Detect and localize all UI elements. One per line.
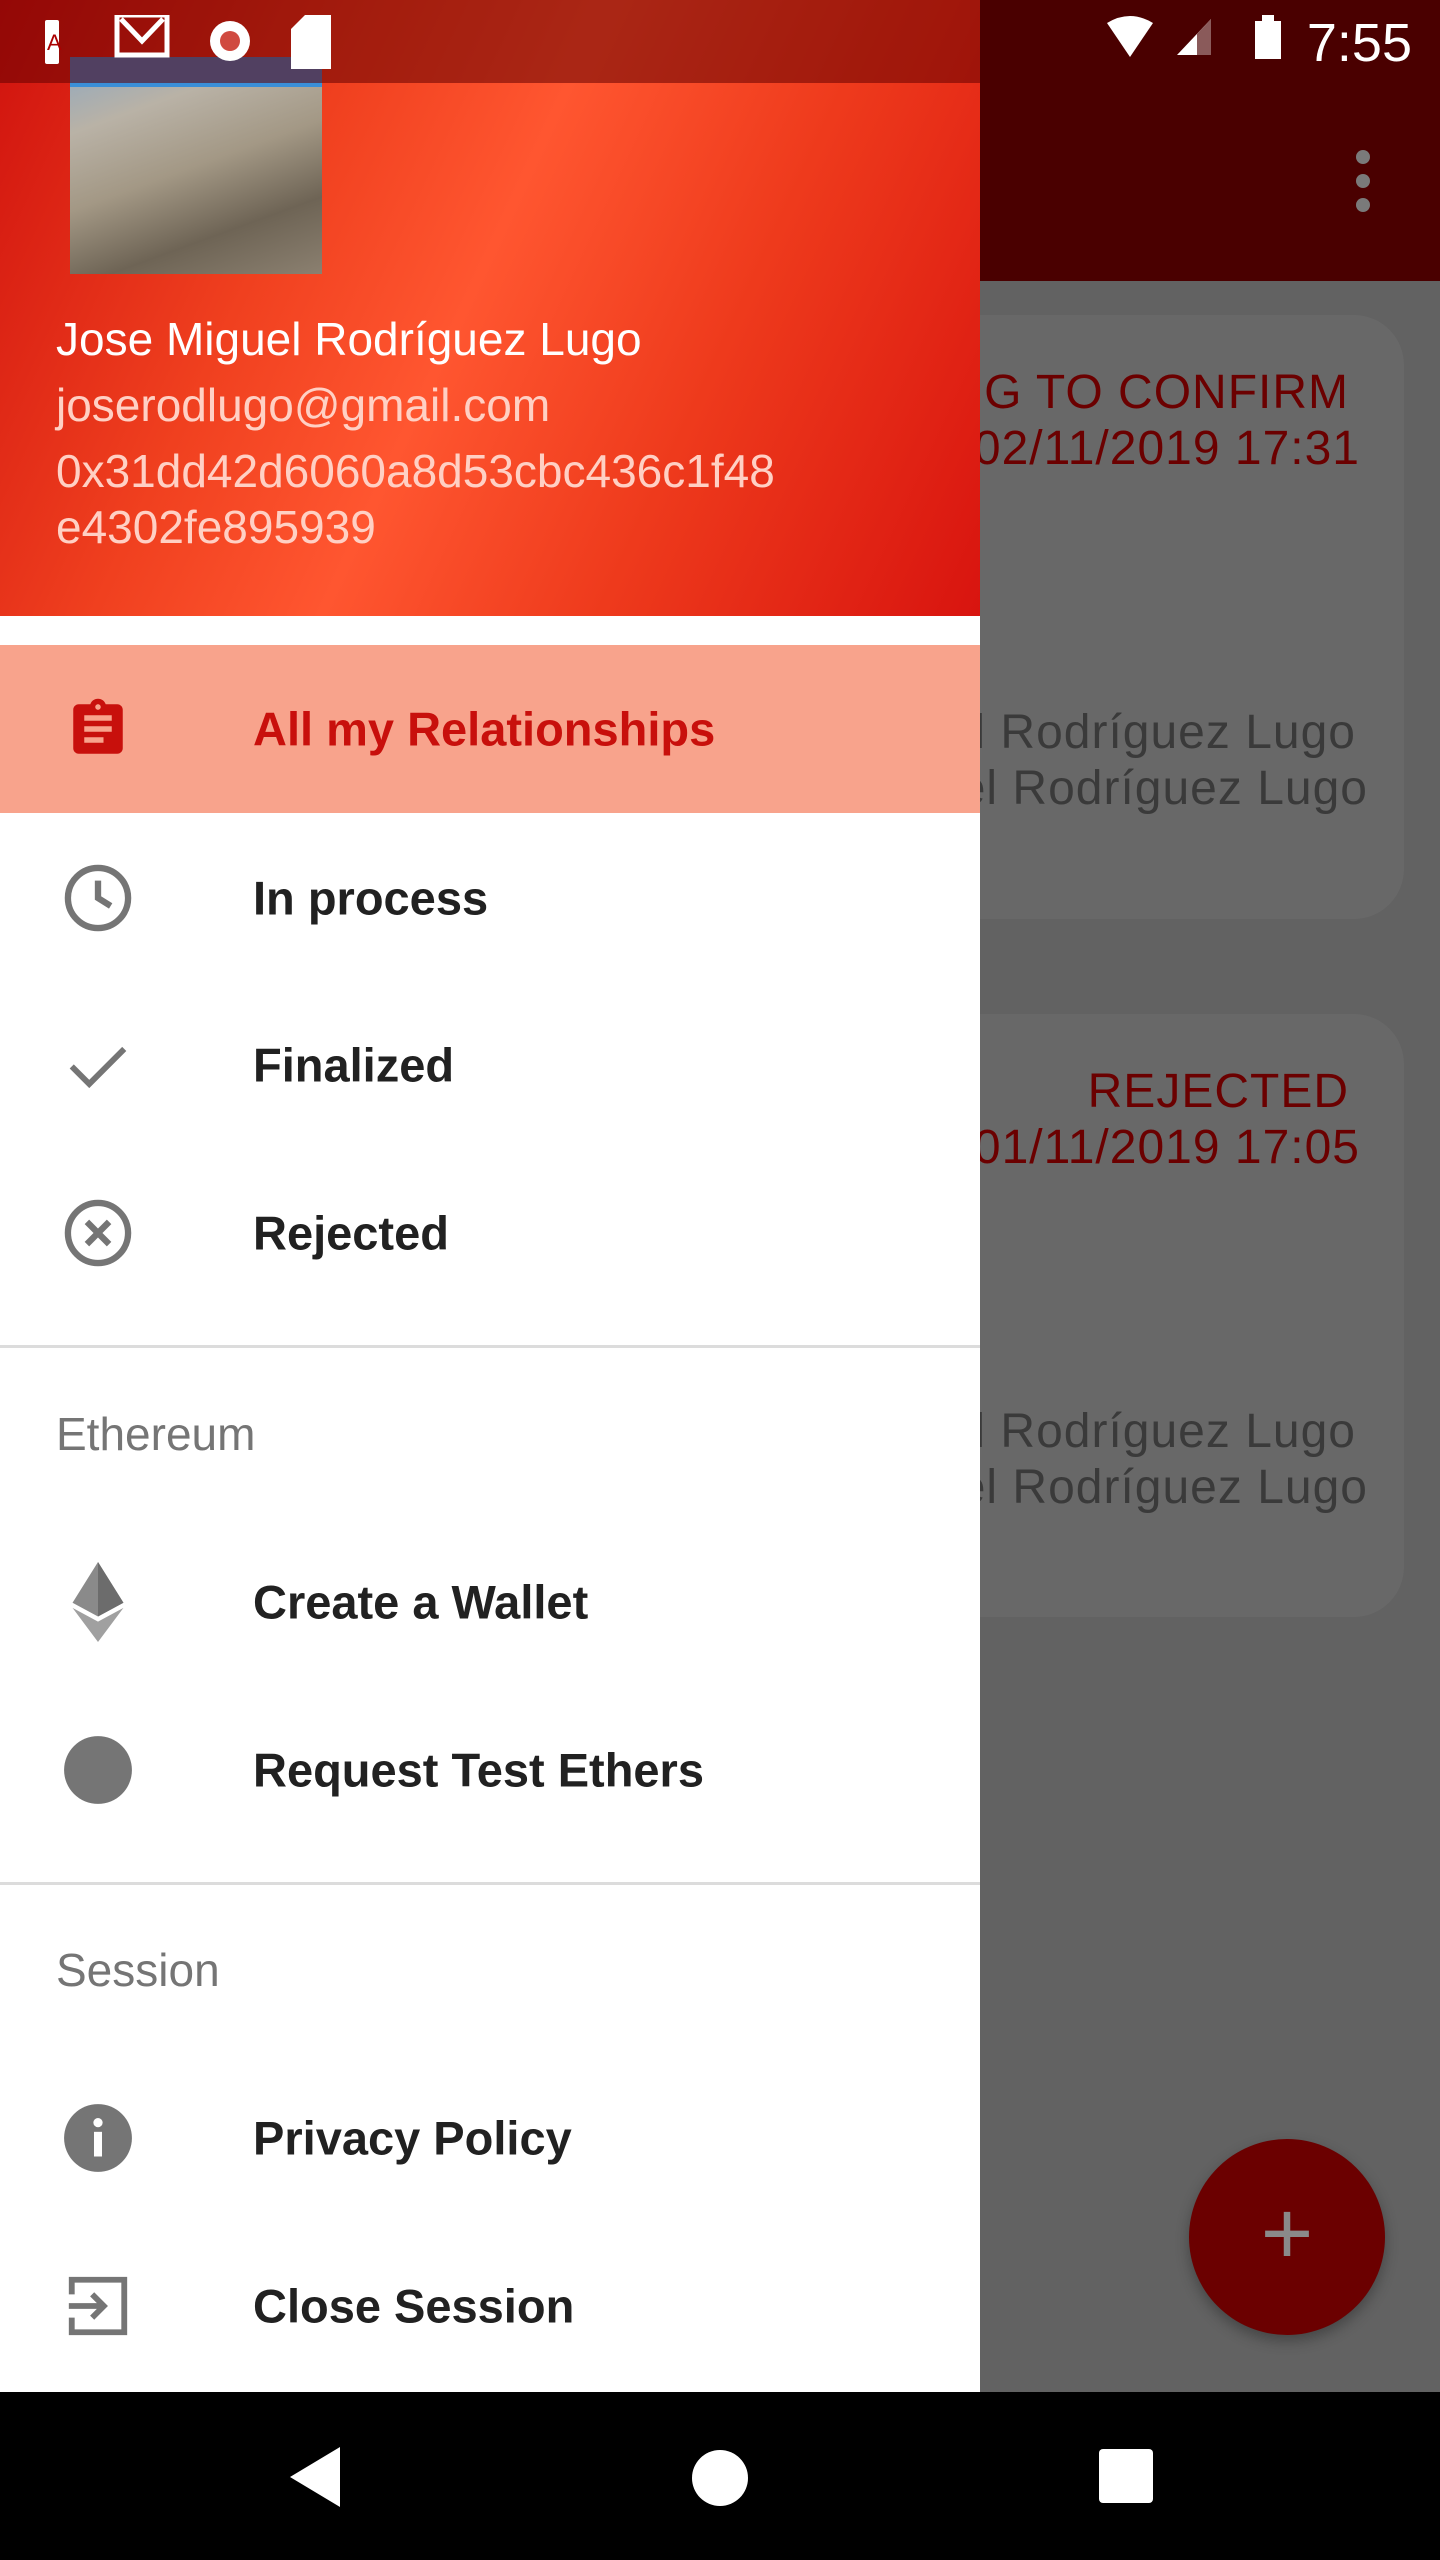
cancel-circle-icon: [58, 1193, 138, 1273]
user-name: Jose Miguel Rodríguez Lugo: [56, 313, 642, 365]
menu-item-label: Rejected: [253, 1206, 449, 1260]
clipboard-icon: [58, 689, 138, 769]
add-relationship-button[interactable]: +: [1189, 2139, 1385, 2335]
ethereum-icon: [58, 1562, 138, 1642]
battery-icon: [1255, 15, 1281, 59]
divider: [0, 1882, 980, 1885]
menu-item-label: Create a Wallet: [253, 1575, 589, 1629]
menu-item-rejected[interactable]: Rejected: [0, 1149, 980, 1317]
plus-icon: +: [1260, 2184, 1314, 2284]
circle-icon: [58, 1730, 138, 1810]
menu-item-in-process[interactable]: In process: [0, 814, 980, 982]
check-icon: [58, 1025, 138, 1105]
clock: 7:55: [1306, 13, 1412, 73]
menu-item-label: Close Session: [253, 2279, 575, 2333]
status-bar: A 7:55: [0, 0, 1440, 83]
wifi-icon: [1107, 16, 1153, 57]
menu-item-label: Privacy Policy: [253, 2111, 572, 2165]
adobe-acrobat-icon: A: [45, 20, 62, 64]
recents-icon[interactable]: [1099, 2449, 1153, 2503]
card-name: el Rodríguez Lugo: [946, 1405, 1356, 1458]
menu-item-label: In process: [253, 871, 489, 925]
info-icon: [58, 2098, 138, 2178]
card-name: el Rodríguez Lugo: [958, 1461, 1368, 1514]
svg-text:A: A: [47, 30, 62, 55]
user-email: joserodlugo@gmail.com: [56, 379, 551, 431]
menu-item-create-wallet[interactable]: Create a Wallet: [0, 1518, 980, 1686]
record-icon: [210, 21, 250, 61]
navigation-bar: [0, 2392, 1440, 2560]
menu-item-close-session[interactable]: Close Session: [0, 2222, 980, 2390]
clock-icon: [58, 858, 138, 938]
drawer-header: Jose Miguel Rodríguez Lugo joserodlugo@g…: [0, 0, 980, 616]
signal-icon: [1177, 19, 1211, 55]
menu-item-finalized[interactable]: Finalized: [0, 981, 980, 1149]
menu-item-label: Request Test Ethers: [253, 1743, 704, 1797]
back-icon[interactable]: [290, 2447, 342, 2507]
avatar[interactable]: [70, 57, 322, 274]
menu-item-privacy-policy[interactable]: Privacy Policy: [0, 2054, 980, 2222]
card-status: NG TO CONFIRM: [948, 366, 1349, 419]
card-status: REJECTED: [1087, 1065, 1349, 1118]
menu-item-label: Finalized: [253, 1038, 455, 1092]
section-title-ethereum: Ethereum: [56, 1408, 256, 1460]
wallet-address: 0x31dd42d6060a8d53cbc436c1f48: [56, 445, 775, 497]
wallet-address-cont: e4302fe895939: [56, 501, 376, 553]
card-date: 02/11/2019 17:31: [973, 422, 1360, 475]
home-icon[interactable]: [691, 2449, 749, 2507]
section-title-session: Session: [56, 1944, 220, 1996]
exit-icon: [58, 2266, 138, 2346]
gmail-icon: [114, 15, 170, 58]
sd-card-icon: [291, 15, 331, 69]
card-name: el Rodríguez Lugo: [946, 706, 1356, 759]
menu-item-label: All my Relationships: [253, 702, 716, 756]
menu-item-request-test-ethers[interactable]: Request Test Ethers: [0, 1686, 980, 1854]
card-name: el Rodríguez Lugo: [958, 762, 1368, 815]
card-date: 01/11/2019 17:05: [973, 1121, 1360, 1174]
divider: [0, 1345, 980, 1348]
navigation-drawer: Jose Miguel Rodríguez Lugo joserodlugo@g…: [0, 0, 980, 2392]
overflow-menu-icon[interactable]: [1348, 150, 1378, 220]
menu-item-all-relationships[interactable]: All my Relationships: [0, 645, 980, 813]
